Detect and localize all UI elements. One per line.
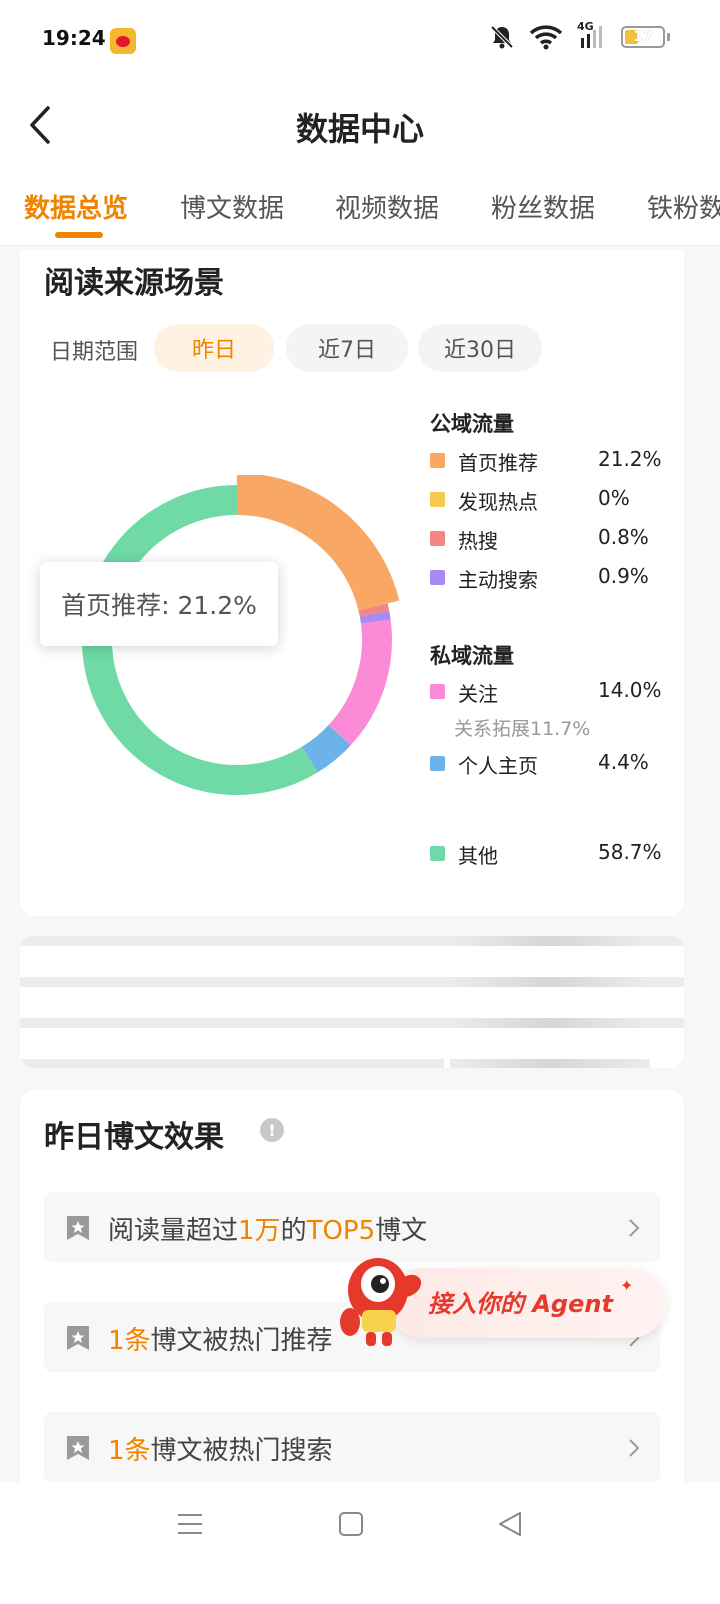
skeleton-bar	[20, 1018, 684, 1028]
read-source-card: 阅读来源场景 日期范围 昨日 近7日 近30日 首页推荐: 21.2% 公域流量…	[20, 250, 684, 916]
post-effect-item[interactable]: 1条博文被热门搜索	[44, 1412, 660, 1482]
legend-percent: 58.7%	[598, 840, 662, 864]
weibo-notification-icon	[110, 28, 136, 54]
date-option-7days[interactable]: 近7日	[286, 324, 408, 372]
chevron-right-icon	[629, 1439, 640, 1457]
tab-fans-data[interactable]: 粉丝数据	[491, 188, 595, 225]
legend-group-private: 私域流量	[430, 644, 514, 668]
legend-swatch	[430, 453, 445, 468]
battery-level: 17	[633, 29, 653, 45]
bookmark-star-icon	[67, 1326, 89, 1350]
back-triangle-icon[interactable]	[496, 1510, 524, 1538]
legend-percent: 0.8%	[598, 525, 649, 549]
legend-item: 首页推荐 21.2%	[430, 447, 680, 475]
agent-label: 接入你的 Agent	[428, 1290, 613, 1318]
legend-swatch	[430, 846, 445, 861]
skeleton-bar	[20, 936, 684, 946]
active-tab-indicator	[55, 232, 103, 238]
donut-slice-5[interactable]	[301, 724, 351, 773]
legend-swatch	[430, 684, 445, 699]
loading-skeleton-card	[20, 936, 684, 1068]
battery-icon: 17	[621, 26, 665, 48]
post-effect-text: 1条博文被热门推荐	[108, 1326, 333, 1356]
chart-tooltip: 首页推荐: 21.2%	[40, 562, 278, 646]
legend-percent: 21.2%	[598, 447, 662, 471]
home-square-icon[interactable]	[338, 1510, 364, 1538]
network-type: 4G	[577, 20, 594, 33]
mute-bell-icon	[489, 24, 515, 50]
legend-item: 热搜 0.8%	[430, 525, 680, 553]
legend-swatch	[430, 570, 445, 585]
legend-sub-note: 关系拓展11.7%	[454, 718, 591, 740]
date-range-label: 日期范围	[50, 340, 139, 365]
tab-overview[interactable]: 数据总览	[24, 188, 128, 225]
section-title: 昨日博文效果	[44, 1120, 224, 1155]
status-bar: 19:24 4G 17	[0, 0, 720, 80]
page-title: 数据中心	[295, 110, 424, 148]
date-option-30days[interactable]: 近30日	[418, 324, 542, 372]
legend-item: 发现热点 0%	[430, 486, 680, 514]
legend-item: 主动搜索 0.9%	[430, 564, 680, 592]
menu-icon[interactable]	[176, 1510, 204, 1538]
info-icon[interactable]: !	[260, 1118, 284, 1142]
legend-percent: 0.9%	[598, 564, 649, 588]
status-time: 19:24	[42, 26, 106, 50]
legend-swatch	[430, 756, 445, 771]
legend-percent: 14.0%	[598, 678, 662, 702]
legend-swatch	[430, 531, 445, 546]
legend-group-public: 公域流量	[430, 412, 514, 436]
skeleton-bar	[20, 1059, 650, 1068]
post-effect-text: 1条博文被热门搜索	[108, 1436, 333, 1466]
tab-iron-fans-data[interactable]: 铁粉数据	[647, 188, 720, 225]
legend-name: 关注	[458, 682, 498, 706]
legend-item: 其他 58.7%	[430, 840, 680, 868]
date-option-yesterday[interactable]: 昨日	[154, 324, 274, 372]
legend-swatch	[430, 492, 445, 507]
app-header: 数据中心	[0, 80, 720, 170]
donut-slice-2[interactable]	[358, 603, 390, 617]
legend-name: 个人主页	[458, 754, 538, 778]
tab-post-data[interactable]: 博文数据	[180, 188, 284, 225]
donut-slice-3[interactable]	[359, 610, 391, 624]
legend-percent: 4.4%	[598, 750, 649, 774]
legend-name: 发现热点	[458, 490, 538, 514]
system-nav-bar	[0, 1482, 720, 1604]
bookmark-star-icon	[67, 1216, 89, 1240]
legend-name: 热搜	[458, 529, 498, 553]
legend-item: 关注 14.0%	[430, 678, 680, 706]
post-effect-text: 阅读量超过1万的TOP5博文	[108, 1216, 428, 1246]
legend-percent: 0%	[598, 486, 630, 510]
donut-slice-4[interactable]	[328, 619, 392, 746]
legend-name: 主动搜索	[458, 568, 538, 592]
legend-item: 个人主页 4.4%	[430, 750, 680, 778]
bookmark-star-icon	[67, 1436, 89, 1460]
tab-video-data[interactable]: 视频数据	[335, 188, 439, 225]
wifi-icon	[529, 24, 563, 50]
legend-name: 其他	[458, 844, 498, 868]
chevron-right-icon	[629, 1219, 640, 1237]
mascot-icon	[340, 1258, 422, 1346]
skeleton-bar	[20, 977, 684, 987]
section-title: 阅读来源场景	[44, 266, 224, 301]
legend-name: 首页推荐	[458, 451, 538, 475]
sparkle-icon: ✦	[620, 1276, 634, 1295]
signal-icon: 4G	[577, 20, 607, 50]
tab-bar: 数据总览 博文数据 视频数据 粉丝数据 铁粉数据	[0, 170, 720, 246]
agent-floating-button[interactable]: 接入你的 Agent ✦	[338, 1250, 668, 1350]
